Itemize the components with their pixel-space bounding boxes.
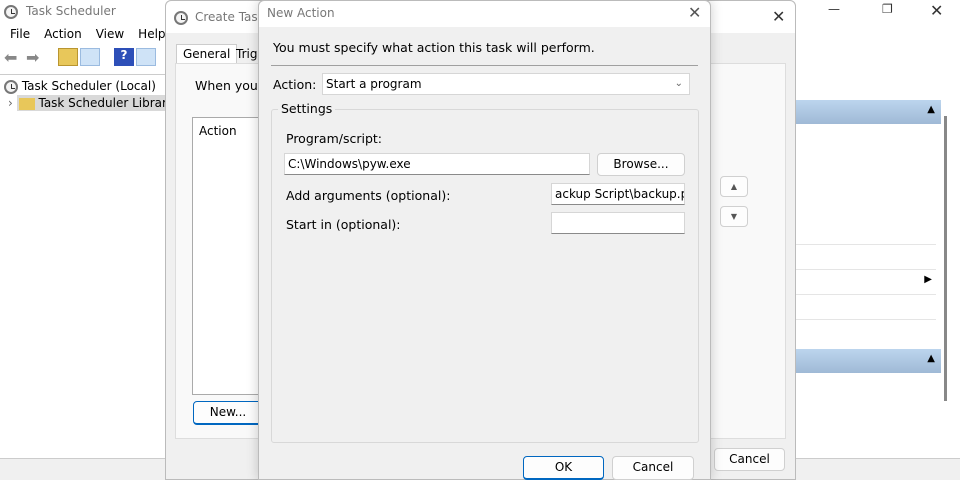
action-label: Action: — [273, 77, 317, 92]
cancel-button[interactable]: Cancel — [714, 448, 785, 471]
action-select[interactable]: Start a program ⌄ — [322, 73, 690, 95]
tree-pane: Task Scheduler (Local) › Task Scheduler … — [0, 74, 181, 456]
menu-bar: File Action View Help — [0, 24, 170, 44]
new-action-dialog: New Action ✕ You must specify what actio… — [258, 0, 711, 480]
dialog-title: New Action — [267, 6, 335, 20]
cancel-button[interactable]: Cancel — [612, 456, 694, 480]
up-folder-icon[interactable] — [58, 48, 78, 66]
collapse-icon[interactable]: ▲ — [927, 104, 935, 115]
dialog-title: Create Task — [195, 10, 265, 24]
show-hide-tree-icon[interactable] — [80, 48, 100, 66]
move-down-button[interactable]: ▼ — [720, 206, 748, 227]
program-input[interactable]: C:\Windows\pyw.exe — [284, 153, 590, 175]
menu-help[interactable]: Help — [138, 24, 165, 44]
task-scheduler-icon — [4, 4, 18, 19]
startin-input[interactable] — [551, 212, 685, 234]
menu-action[interactable]: Action — [44, 24, 82, 44]
chevron-down-icon: ⌄ — [674, 78, 683, 89]
close-button[interactable]: ✕ — [930, 1, 943, 20]
menu-file[interactable]: File — [10, 24, 30, 44]
pane-section-header[interactable]: ▲ — [795, 349, 941, 373]
new-button[interactable]: New... — [193, 401, 263, 425]
browse-button[interactable]: Browse... — [597, 153, 685, 176]
args-input[interactable]: ackup Script\backup.py" — [551, 183, 685, 205]
action-select-value: Start a program — [326, 77, 422, 91]
tab-general[interactable]: General — [176, 44, 238, 63]
tree-label: Task Scheduler (Local) — [21, 79, 156, 93]
tree-item-local[interactable]: Task Scheduler (Local) — [4, 79, 156, 94]
tree-label: Task Scheduler Library — [38, 96, 175, 110]
settings-label: Settings — [278, 101, 336, 116]
maximize-button[interactable]: ❐ — [882, 2, 893, 16]
tree-item-library[interactable]: › Task Scheduler Library — [8, 95, 181, 111]
minimize-button[interactable]: — — [828, 2, 840, 16]
menu-view[interactable]: View — [96, 24, 124, 44]
action-pane: ▲ ▶ ▲ — [795, 96, 941, 458]
args-label: Add arguments (optional): — [286, 188, 451, 203]
window-title: Task Scheduler — [26, 4, 116, 18]
expand-chevron-icon[interactable]: › — [8, 96, 13, 110]
move-up-button[interactable]: ▲ — [720, 176, 748, 197]
startin-label: Start in (optional): — [286, 217, 401, 232]
collapse-icon[interactable]: ▲ — [927, 353, 935, 364]
pane-section-header[interactable]: ▲ — [795, 100, 941, 124]
help-icon[interactable]: ? — [114, 48, 134, 66]
clock-icon — [4, 79, 18, 94]
folder-clock-icon — [18, 97, 35, 110]
close-button[interactable]: ✕ — [688, 3, 701, 22]
scrollbar[interactable] — [944, 116, 947, 401]
forward-arrow-icon[interactable]: ➡ — [26, 48, 46, 67]
close-button[interactable]: ✕ — [772, 7, 785, 26]
submenu-arrow-icon[interactable]: ▶ — [924, 274, 932, 285]
ok-button[interactable]: OK — [523, 456, 604, 480]
column-header-action[interactable]: Action — [199, 124, 237, 138]
program-label: Program/script: — [286, 131, 382, 146]
divider — [271, 65, 698, 66]
back-arrow-icon[interactable]: ⬅ — [4, 48, 24, 67]
instruction-text: You must specify what action this task w… — [273, 40, 595, 55]
clock-icon — [174, 10, 188, 25]
show-hide-action-pane-icon[interactable] — [136, 48, 156, 66]
